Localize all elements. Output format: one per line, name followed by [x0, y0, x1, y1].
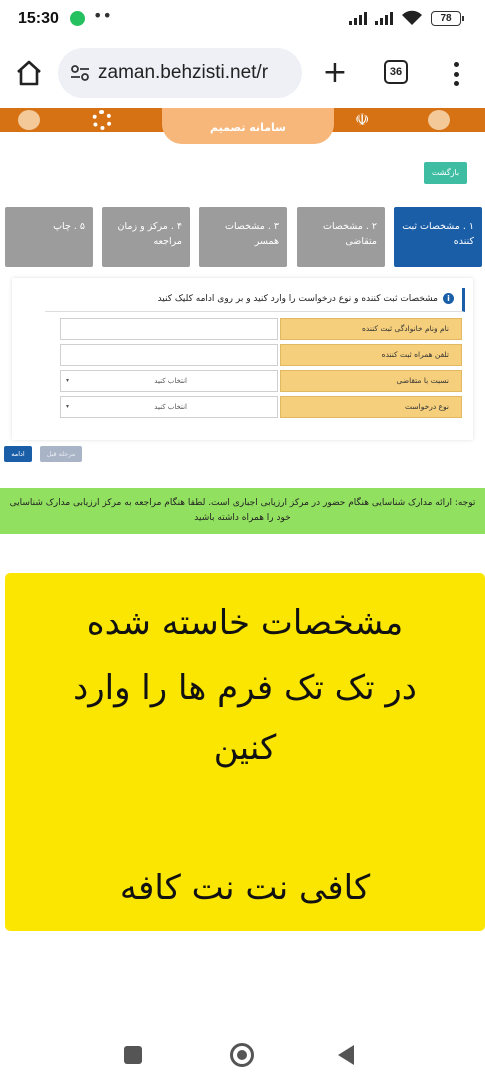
- step-center-time[interactable]: ۴ . مرکز و زمان مراجعه: [102, 207, 190, 267]
- back-triangle-icon[interactable]: [338, 1045, 354, 1065]
- signal-icon-2: [375, 11, 393, 25]
- field-label-request-type: نوع درخواست: [280, 396, 462, 418]
- field-registrant-phone: تلفن همراه ثبت کننده: [60, 344, 462, 366]
- system-nav-bar: [0, 1030, 485, 1080]
- status-bar: 15:30 •• 78: [0, 0, 485, 38]
- request-type-select[interactable]: انتخاب کنید ▾: [60, 396, 278, 418]
- overlay-line-4: کافی نت نت کافه: [119, 868, 371, 908]
- info-icon: i: [443, 293, 454, 304]
- step-spouse[interactable]: ۳ . مشخصات همسر: [199, 207, 287, 267]
- home-circle-icon[interactable]: [230, 1043, 254, 1067]
- recents-icon[interactable]: [124, 1046, 142, 1064]
- gear-emblem-icon: [92, 110, 112, 130]
- overlay-line-2: در تک تک فرم ها را وارد: [73, 668, 417, 708]
- more-notifications-icon: ••: [93, 6, 112, 25]
- overlay-line-3: کنین: [213, 728, 277, 768]
- site-title: سامانه تصمیم: [162, 108, 334, 144]
- form-card: i مشخصات ثبت کننده و نوع درخواست را وارد …: [12, 278, 473, 440]
- form-instruction-text: مشخصات ثبت کننده و نوع درخواست را وارد ک…: [157, 294, 438, 304]
- battery-icon: 78: [431, 10, 464, 26]
- field-relation: نسبت با متقاضی انتخاب کنید ▾: [60, 370, 462, 392]
- wifi-icon: [402, 10, 422, 25]
- new-tab-icon[interactable]: +: [320, 53, 350, 93]
- request-type-select-value: انتخاب کنید: [154, 403, 187, 411]
- field-request-type: نوع درخواست انتخاب کنید ▾: [60, 396, 462, 418]
- tab-switcher-button[interactable]: 36: [384, 60, 408, 84]
- logo-left-icon: [18, 110, 40, 130]
- home-icon[interactable]: [14, 58, 44, 88]
- signal-icon: [349, 11, 367, 25]
- more-menu-icon[interactable]: [446, 60, 466, 88]
- chevron-down-icon: ▾: [66, 403, 70, 410]
- iran-emblem-icon: ☫: [355, 110, 370, 129]
- address-bar[interactable]: zaman.behzisti.net/r: [58, 48, 302, 98]
- logo-right-icon: [428, 110, 450, 130]
- step-applicant[interactable]: ۲ . مشخصات متقاضی: [297, 207, 385, 267]
- field-label-name: نام ونام خانوادگی ثبت کننده: [280, 318, 462, 340]
- site-settings-icon[interactable]: [70, 64, 90, 82]
- status-time: 15:30: [18, 10, 59, 27]
- back-button[interactable]: بازگشت: [424, 162, 467, 184]
- field-label-phone: تلفن همراه ثبت کننده: [280, 344, 462, 366]
- chevron-down-icon: ▾: [66, 377, 70, 384]
- form-instruction: i مشخصات ثبت کننده و نوع درخواست را وارد …: [45, 288, 465, 312]
- battery-level: 78: [440, 12, 452, 24]
- notice-banner: توجه: ارائه مدارک شناسایی هنگام حضور در …: [0, 488, 485, 534]
- previous-step-button[interactable]: مرحله قبل: [40, 446, 82, 462]
- registrant-name-input[interactable]: [60, 318, 278, 340]
- overlay-line-1: مشخصات خاسته شده: [86, 603, 404, 643]
- relation-select[interactable]: انتخاب کنید ▾: [60, 370, 278, 392]
- field-registrant-name: نام ونام خانوادگی ثبت کننده: [60, 318, 462, 340]
- registrant-phone-input[interactable]: [60, 344, 278, 366]
- continue-button[interactable]: ادامه: [4, 446, 32, 462]
- yellow-text-overlay: مشخصات خاسته شده در تک تک فرم ها را وارد…: [5, 573, 485, 931]
- whatsapp-notification-icon: [70, 11, 85, 26]
- url-text[interactable]: zaman.behzisti.net/r: [98, 62, 268, 84]
- field-label-relation: نسبت با متقاضی: [280, 370, 462, 392]
- relation-select-value: انتخاب کنید: [154, 377, 187, 385]
- step-print[interactable]: ۵ . چاپ: [5, 207, 93, 267]
- browser-toolbar: zaman.behzisti.net/r + 36: [0, 38, 485, 108]
- step-registrant[interactable]: ۱ . مشخصات ثبت کننده: [394, 207, 482, 267]
